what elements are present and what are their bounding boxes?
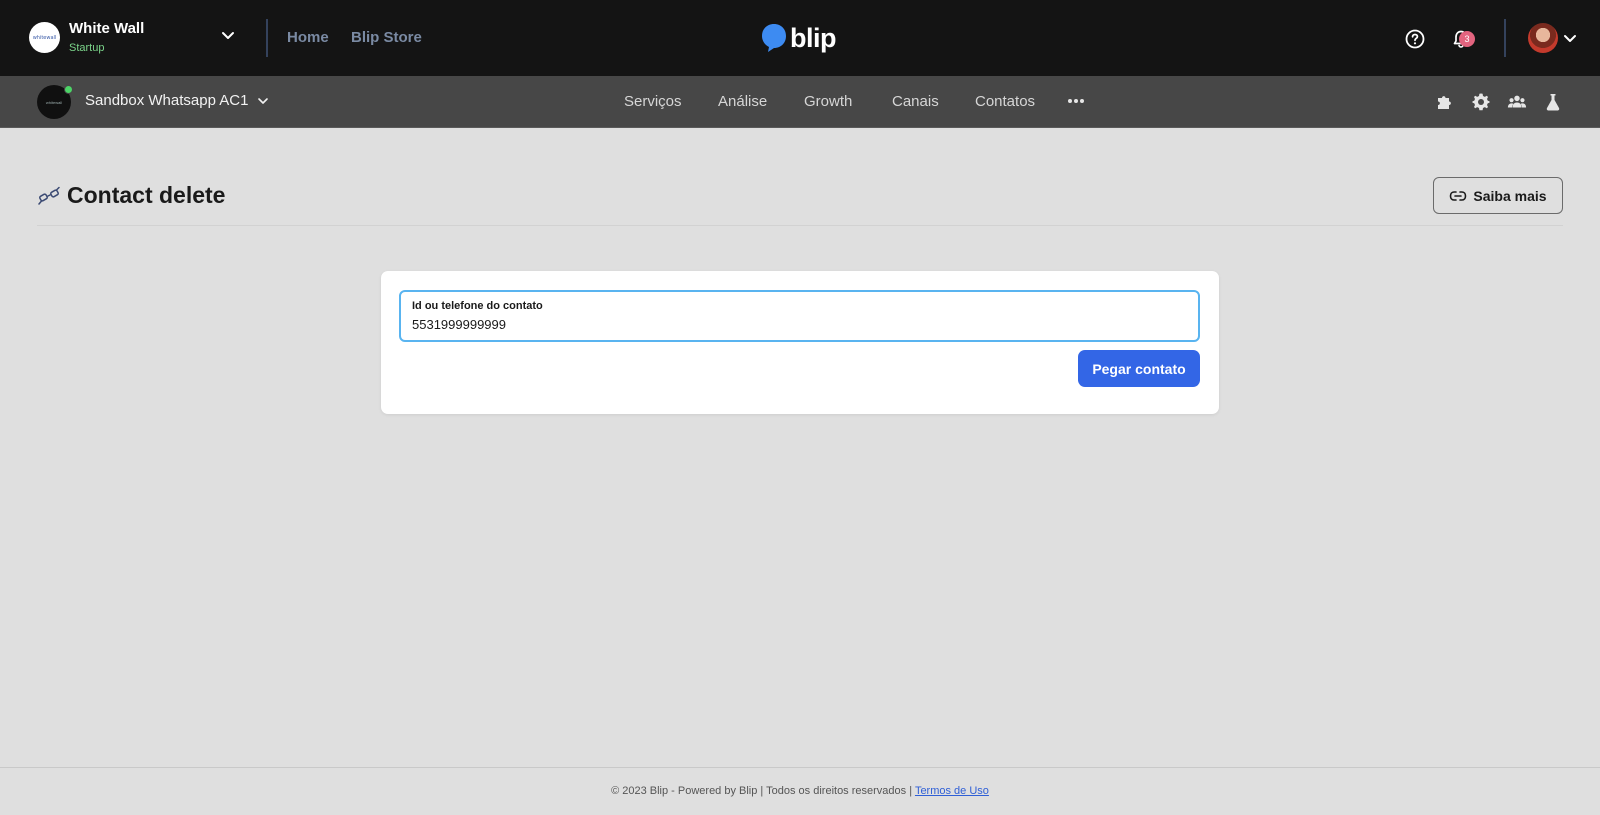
- help-circle-icon[interactable]: [1404, 28, 1426, 50]
- team-icon[interactable]: [1507, 92, 1527, 112]
- chevron-down-icon[interactable]: [256, 94, 270, 108]
- org-logo-text: whitewall: [32, 34, 57, 41]
- tab-servicos[interactable]: Serviços: [624, 93, 682, 110]
- tab-growth[interactable]: Growth: [804, 93, 852, 110]
- puzzle-icon[interactable]: [1435, 92, 1455, 112]
- more-icon[interactable]: [1066, 92, 1086, 110]
- top-bar: whitewall White Wall Startup Home Blip S…: [0, 0, 1600, 76]
- org-logo[interactable]: whitewall: [29, 22, 60, 53]
- bot-avatar-text: whitewall: [45, 99, 63, 105]
- divider: [266, 19, 268, 57]
- contact-id-input[interactable]: [412, 317, 1182, 332]
- link-icon: [1450, 190, 1467, 201]
- brand-name: blip: [790, 22, 837, 53]
- online-status-indicator: [64, 85, 73, 94]
- speech-bubble-icon: [762, 24, 786, 52]
- gear-icon[interactable]: [1471, 92, 1491, 112]
- page-title: Contact delete: [67, 182, 226, 208]
- contact-id-field[interactable]: Id ou telefone do contato: [399, 290, 1200, 342]
- nav-home[interactable]: Home: [287, 29, 329, 46]
- contact-id-label: Id ou telefone do contato: [412, 300, 543, 312]
- chevron-down-icon[interactable]: [218, 26, 238, 46]
- footer: © 2023 Blip - Powered by Blip | Todos os…: [0, 767, 1600, 815]
- divider: [37, 225, 1563, 226]
- notification-badge: 3: [1459, 31, 1475, 47]
- tab-contatos[interactable]: Contatos: [975, 93, 1035, 110]
- divider: [1504, 19, 1506, 57]
- footer-text: © 2023 Blip - Powered by Blip | Todos os…: [0, 785, 1600, 797]
- org-name[interactable]: White Wall: [69, 20, 144, 37]
- learn-more-button[interactable]: Saiba mais: [1433, 177, 1563, 214]
- bot-bar: whitewall Sandbox Whatsapp AC1 Serviços …: [0, 76, 1600, 128]
- terms-link[interactable]: Termos de Uso: [915, 785, 989, 797]
- disconnect-plug-icon: [38, 186, 60, 205]
- learn-more-label: Saiba mais: [1473, 187, 1547, 204]
- tab-canais[interactable]: Canais: [892, 93, 939, 110]
- nav-blip-store[interactable]: Blip Store: [351, 29, 422, 46]
- contact-form-card: Id ou telefone do contato Pegar contato: [381, 271, 1219, 414]
- brand-logo[interactable]: blip: [760, 20, 837, 56]
- bot-name[interactable]: Sandbox Whatsapp AC1: [85, 92, 248, 109]
- avatar[interactable]: [1528, 23, 1558, 53]
- flask-icon[interactable]: [1543, 92, 1563, 112]
- org-plan: Startup: [69, 42, 105, 54]
- tab-analise[interactable]: Análise: [718, 93, 767, 110]
- copyright-text: © 2023 Blip - Powered by Blip | Todos os…: [611, 785, 913, 797]
- get-contact-button[interactable]: Pegar contato: [1078, 350, 1200, 387]
- chevron-down-icon[interactable]: [1562, 30, 1578, 46]
